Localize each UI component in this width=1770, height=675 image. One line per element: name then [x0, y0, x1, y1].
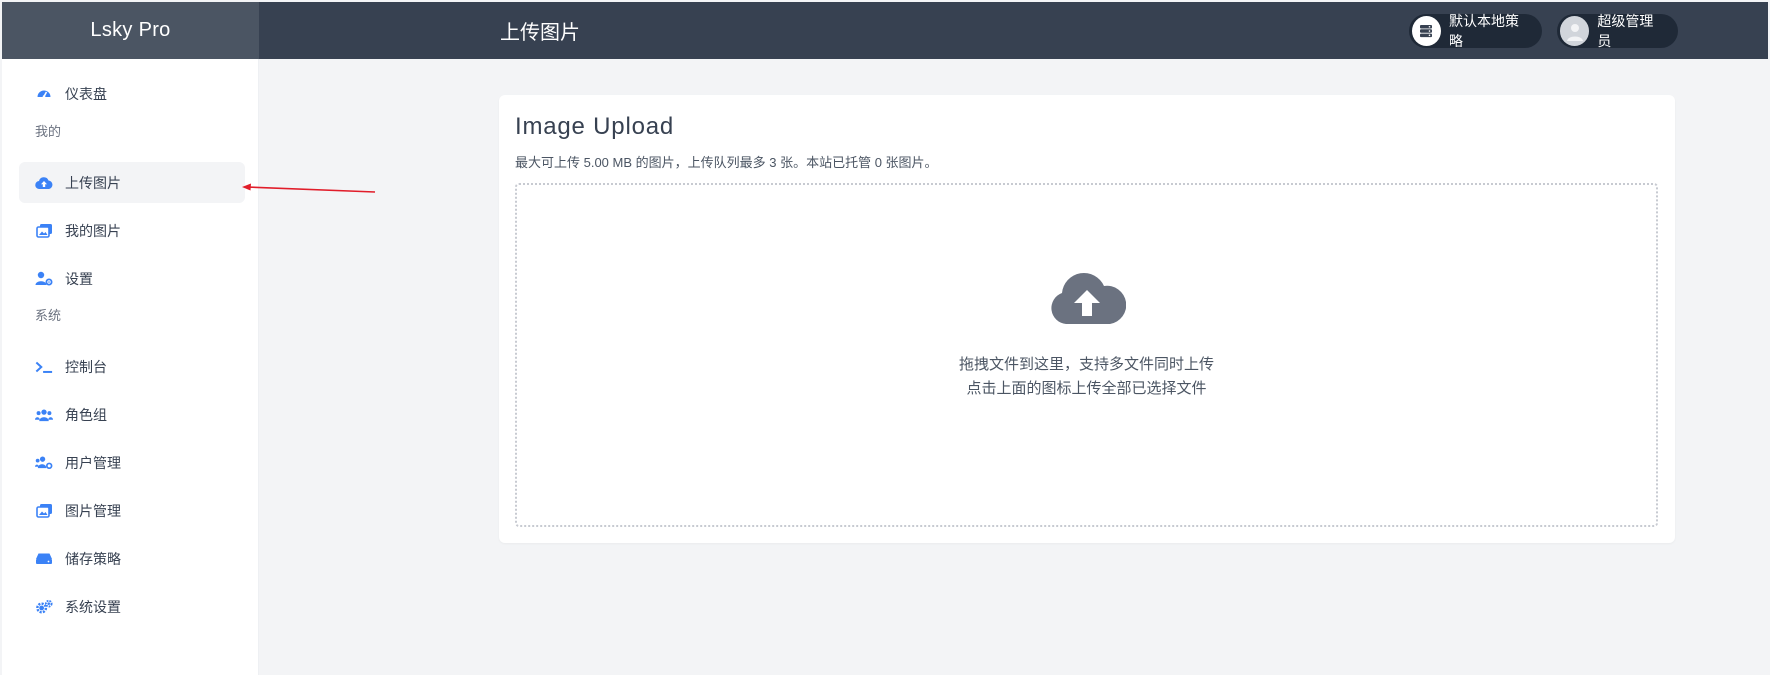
page-title: 上传图片: [500, 22, 580, 44]
cloud-upload-icon: [35, 174, 53, 192]
hard-drive-icon: [35, 550, 53, 568]
sidebar-item-label: 系统设置: [65, 598, 121, 615]
sidebar-item-label: 用户管理: [65, 454, 121, 471]
sidebar-item-storage[interactable]: 储存策略: [19, 538, 245, 579]
avatar: [1560, 16, 1590, 46]
upload-dropzone[interactable]: 拖拽文件到这里，支持多文件同时上传 点击上面的图标上传全部已选择文件: [515, 183, 1658, 527]
strategy-selector[interactable]: 默认本地策略: [1409, 13, 1542, 49]
upload-card: Image Upload 最大可上传 5.00 MB 的图片，上传队列最多 3 …: [499, 95, 1675, 543]
dropzone-hint-line1: 拖拽文件到这里，支持多文件同时上传: [958, 355, 1214, 373]
sidebar-item-label: 上传图片: [65, 174, 121, 191]
annotation-arrow: [242, 183, 376, 193]
strategy-label: 默认本地策略: [1448, 13, 1519, 49]
sidebar-item-users[interactable]: 用户管理: [19, 442, 245, 483]
gears-icon: [35, 598, 53, 616]
nav-group-mine: 我的: [35, 124, 62, 139]
sidebar-item-my-images[interactable]: 我的图片: [19, 210, 245, 251]
server-icon: [1412, 16, 1441, 46]
gauge-icon: [35, 85, 53, 103]
users-icon: [35, 406, 53, 424]
sidebar: 仪表盘 我的 上传图片 我的图片 设置 系统 控制台 角色组 用户管理 图片管理…: [2, 59, 259, 675]
sidebar-item-label: 仪表盘: [65, 85, 107, 102]
top-bar: Lsky Pro 上传图片 默认本地策略 超级管理员: [2, 2, 1768, 59]
sidebar-item-label: 图片管理: [65, 502, 121, 519]
sidebar-item-console[interactable]: 控制台: [19, 346, 245, 387]
sidebar-item-label: 设置: [65, 270, 93, 287]
brand-logo[interactable]: Lsky Pro: [2, 2, 259, 59]
upload-limits-text: 最大可上传 5.00 MB 的图片，上传队列最多 3 张。本站已托管 0 张图片…: [515, 155, 938, 170]
user-label: 超级管理员: [1597, 13, 1654, 49]
user-cog-icon: [35, 270, 53, 288]
sidebar-item-system-settings[interactable]: 系统设置: [19, 586, 245, 627]
card-title: Image Upload: [515, 113, 675, 140]
sidebar-item-roles[interactable]: 角色组: [19, 394, 245, 435]
app-window: Lsky Pro 上传图片 默认本地策略 超级管理员 仪表盘 我的 上传图片 我…: [0, 0, 1770, 675]
images-icon: [35, 502, 53, 520]
sidebar-item-images-manage[interactable]: 图片管理: [19, 490, 245, 531]
dropzone-hint-line2: 点击上面的图标上传全部已选择文件: [966, 379, 1207, 397]
nav-group-system: 系统: [35, 308, 62, 323]
users-cog-icon: [35, 454, 53, 472]
user-menu[interactable]: 超级管理员: [1557, 13, 1678, 49]
sidebar-item-label: 我的图片: [65, 222, 121, 239]
sidebar-item-label: 控制台: [65, 358, 107, 375]
images-icon: [35, 222, 53, 240]
cloud-upload-icon[interactable]: [1048, 270, 1126, 331]
sidebar-item-upload[interactable]: 上传图片: [19, 162, 245, 203]
sidebar-item-label: 角色组: [65, 406, 107, 423]
sidebar-item-settings[interactable]: 设置: [19, 258, 245, 299]
terminal-icon: [35, 358, 53, 376]
sidebar-item-dashboard[interactable]: 仪表盘: [19, 73, 245, 114]
sidebar-item-label: 储存策略: [65, 550, 121, 567]
